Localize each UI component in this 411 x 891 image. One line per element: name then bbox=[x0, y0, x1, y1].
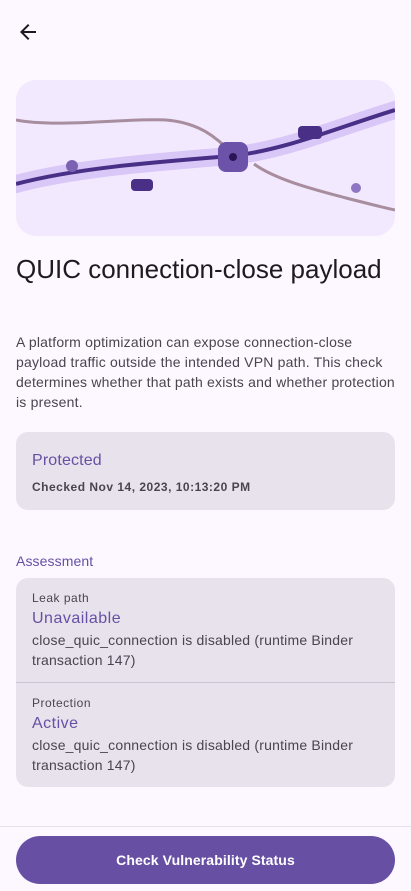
top-app-bar bbox=[0, 0, 411, 64]
page-title: QUIC connection-close payload bbox=[16, 254, 382, 284]
assessment-heading: Assessment bbox=[16, 553, 94, 569]
network-paths-illustration bbox=[16, 101, 395, 212]
row-detail: close_quic_connection is disabled (runti… bbox=[32, 737, 354, 773]
status-label: Protected bbox=[32, 452, 102, 469]
hero-illustration bbox=[16, 80, 395, 236]
node-dot bbox=[66, 160, 78, 172]
row-value: Unavailable bbox=[32, 610, 122, 627]
checked-timestamp: Checked Nov 14, 2023, 10:13:20 PM bbox=[32, 480, 251, 494]
status-card: Protected Checked Nov 14, 2023, 10:13:20… bbox=[16, 432, 395, 510]
assessment-row-leak-path: Leak path Unavailable close_quic_connect… bbox=[16, 578, 395, 682]
row-label: Protection bbox=[32, 696, 92, 710]
page-description: A platform optimization can expose conne… bbox=[16, 334, 395, 410]
arrow-back-icon bbox=[20, 24, 36, 40]
bottom-action-bar: Check Vulnerability Status bbox=[0, 826, 411, 891]
packet-marker bbox=[298, 126, 322, 139]
back-button[interactable] bbox=[8, 12, 48, 52]
row-label: Leak path bbox=[32, 591, 90, 605]
node-dot bbox=[351, 183, 361, 193]
assessment-card: Leak path Unavailable close_quic_connect… bbox=[16, 578, 395, 787]
row-detail: close_quic_connection is disabled (runti… bbox=[32, 632, 354, 668]
row-value: Active bbox=[32, 715, 79, 732]
check-vulnerability-button[interactable]: Check Vulnerability Status bbox=[16, 836, 395, 884]
packet-marker bbox=[131, 179, 153, 191]
assessment-row-protection: Protection Active close_quic_connection … bbox=[16, 682, 395, 786]
